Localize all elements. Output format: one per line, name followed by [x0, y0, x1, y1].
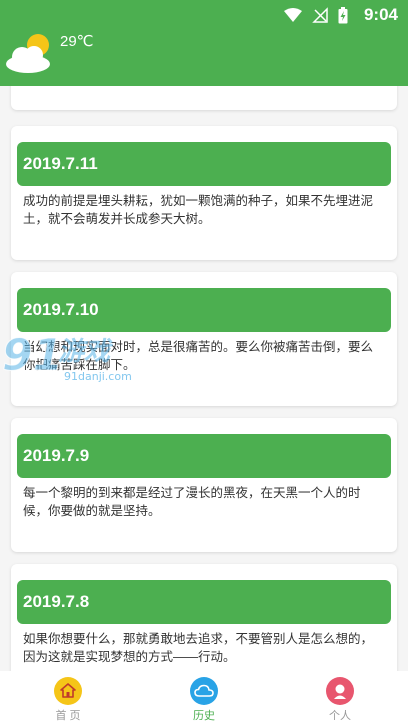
history-card[interactable]: 2019.7.11 成功的前提是埋头耕耘，犹如一颗饱满的种子，如果不先埋进泥土，… — [11, 126, 397, 260]
history-card[interactable]: 2019.7.8 如果你想要什么，那就勇敢地去追求，不要管别人是怎么想的，因为这… — [11, 564, 397, 671]
tab-history-label: 历史 — [193, 710, 215, 722]
status-time: 9:04 — [363, 5, 398, 24]
card-date: 2019.7.10 — [17, 288, 391, 332]
history-list[interactable]: 2019.7.11 成功的前提是埋头耕耘，犹如一颗饱满的种子，如果不先埋进泥土，… — [0, 86, 408, 671]
card-text: 成功的前提是埋头耕耘，犹如一颗饱满的种子，如果不先埋进泥土，就不会萌发并长成参天… — [23, 194, 374, 226]
person-icon — [326, 677, 354, 705]
tab-profile-label: 个人 — [329, 710, 351, 722]
wifi-icon — [283, 8, 302, 22]
bottom-tab-bar: 首 页 历史 个人 — [0, 671, 408, 725]
tab-home-label: 首 页 — [55, 710, 81, 722]
temperature-label: 29℃ — [60, 33, 94, 50]
no-signal-icon — [312, 7, 328, 23]
home-icon — [54, 677, 82, 705]
tab-home[interactable]: 首 页 — [0, 671, 136, 725]
card-partial — [11, 86, 397, 110]
card-date: 2019.7.8 — [17, 580, 391, 624]
card-date: 2019.7.11 — [17, 142, 391, 186]
battery-charging-icon — [338, 6, 348, 23]
status-bar: 9:04 — [0, 0, 408, 30]
app-root: 9:04 29℃ 2019.7.11 成功的前提是埋头耕耘，犹如一颗饱满的种子，… — [0, 0, 408, 725]
history-card[interactable]: 2019.7.10 当幻想和现实面对时，总是很痛苦的。要么你被痛苦击倒，要么你把… — [11, 272, 397, 406]
card-date: 2019.7.9 — [17, 434, 391, 478]
card-text: 每一个黎明的到来都是经过了漫长的黑夜，在天黑一个人的时候，你要做的就是坚持。 — [23, 486, 361, 518]
header: 9:04 29℃ — [0, 0, 408, 86]
card-text: 如果你想要什么，那就勇敢地去追求，不要管别人是怎么想的，因为这就是实现梦想的方式… — [23, 632, 374, 664]
tab-history[interactable]: 历史 — [136, 671, 272, 725]
weather-widget: 29℃ — [4, 28, 94, 76]
tab-profile[interactable]: 个人 — [272, 671, 408, 725]
history-card[interactable]: 2019.7.9 每一个黎明的到来都是经过了漫长的黑夜，在天黑一个人的时候，你要… — [11, 418, 397, 552]
cloud-sun-icon — [6, 34, 50, 73]
card-text: 当幻想和现实面对时，总是很痛苦的。要么你被痛苦击倒，要么你把痛苦踩在脚下。 — [23, 340, 374, 372]
cloud-icon — [190, 677, 218, 705]
